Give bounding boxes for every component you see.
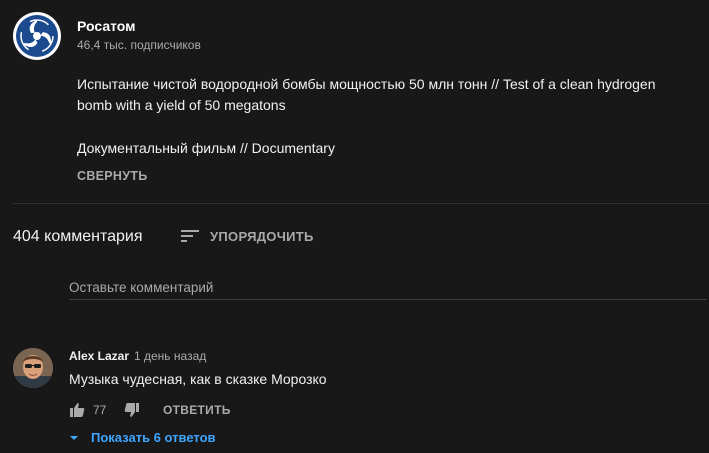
- add-comment-input[interactable]: [69, 275, 707, 300]
- description-line: bomb with a yield of 50 megatons: [77, 97, 286, 113]
- subscriber-count: 46,4 тыс. подписчиков: [77, 38, 201, 52]
- thumbs-down-icon: [124, 403, 139, 417]
- sort-icon: [181, 230, 199, 242]
- comment-text: Музыка чудесная, как в сказке Морозко: [69, 371, 327, 387]
- divider: [13, 203, 709, 204]
- description-line: Документальный фильм // Documentary: [77, 140, 335, 156]
- comment-timestamp[interactable]: 1 день назад: [134, 349, 206, 363]
- dislike-button[interactable]: [124, 402, 140, 423]
- video-description-and-comments: Росатом 46,4 тыс. подписчиков Испытание …: [0, 0, 709, 453]
- sort-label: УПОРЯДОЧИТЬ: [210, 228, 314, 244]
- comment-count: 404 комментария: [13, 228, 143, 245]
- comment-author[interactable]: Alex Lazar: [69, 349, 129, 363]
- show-replies-label: Показать 6 ответов: [91, 430, 216, 445]
- collapse-description-button[interactable]: СВЕРНУТЬ: [77, 169, 148, 183]
- sort-comments-button[interactable]: УПОРЯДОЧИТЬ: [180, 226, 314, 246]
- user-photo-icon: [13, 348, 53, 388]
- avatar[interactable]: [13, 348, 53, 388]
- caret-down-icon: [70, 435, 78, 440]
- show-replies-button[interactable]: Показать 6 ответов: [69, 430, 216, 445]
- channel-name[interactable]: Росатом: [77, 18, 136, 34]
- channel-avatar[interactable]: [13, 12, 61, 60]
- like-button[interactable]: [69, 402, 85, 423]
- reply-button[interactable]: ОТВЕТИТЬ: [163, 403, 231, 417]
- thumbs-up-icon: [70, 403, 85, 417]
- like-count: 77: [93, 403, 107, 417]
- description-line: Испытание чистой водородной бомбы мощнос…: [77, 76, 656, 92]
- rosatom-logo-icon: [16, 15, 58, 57]
